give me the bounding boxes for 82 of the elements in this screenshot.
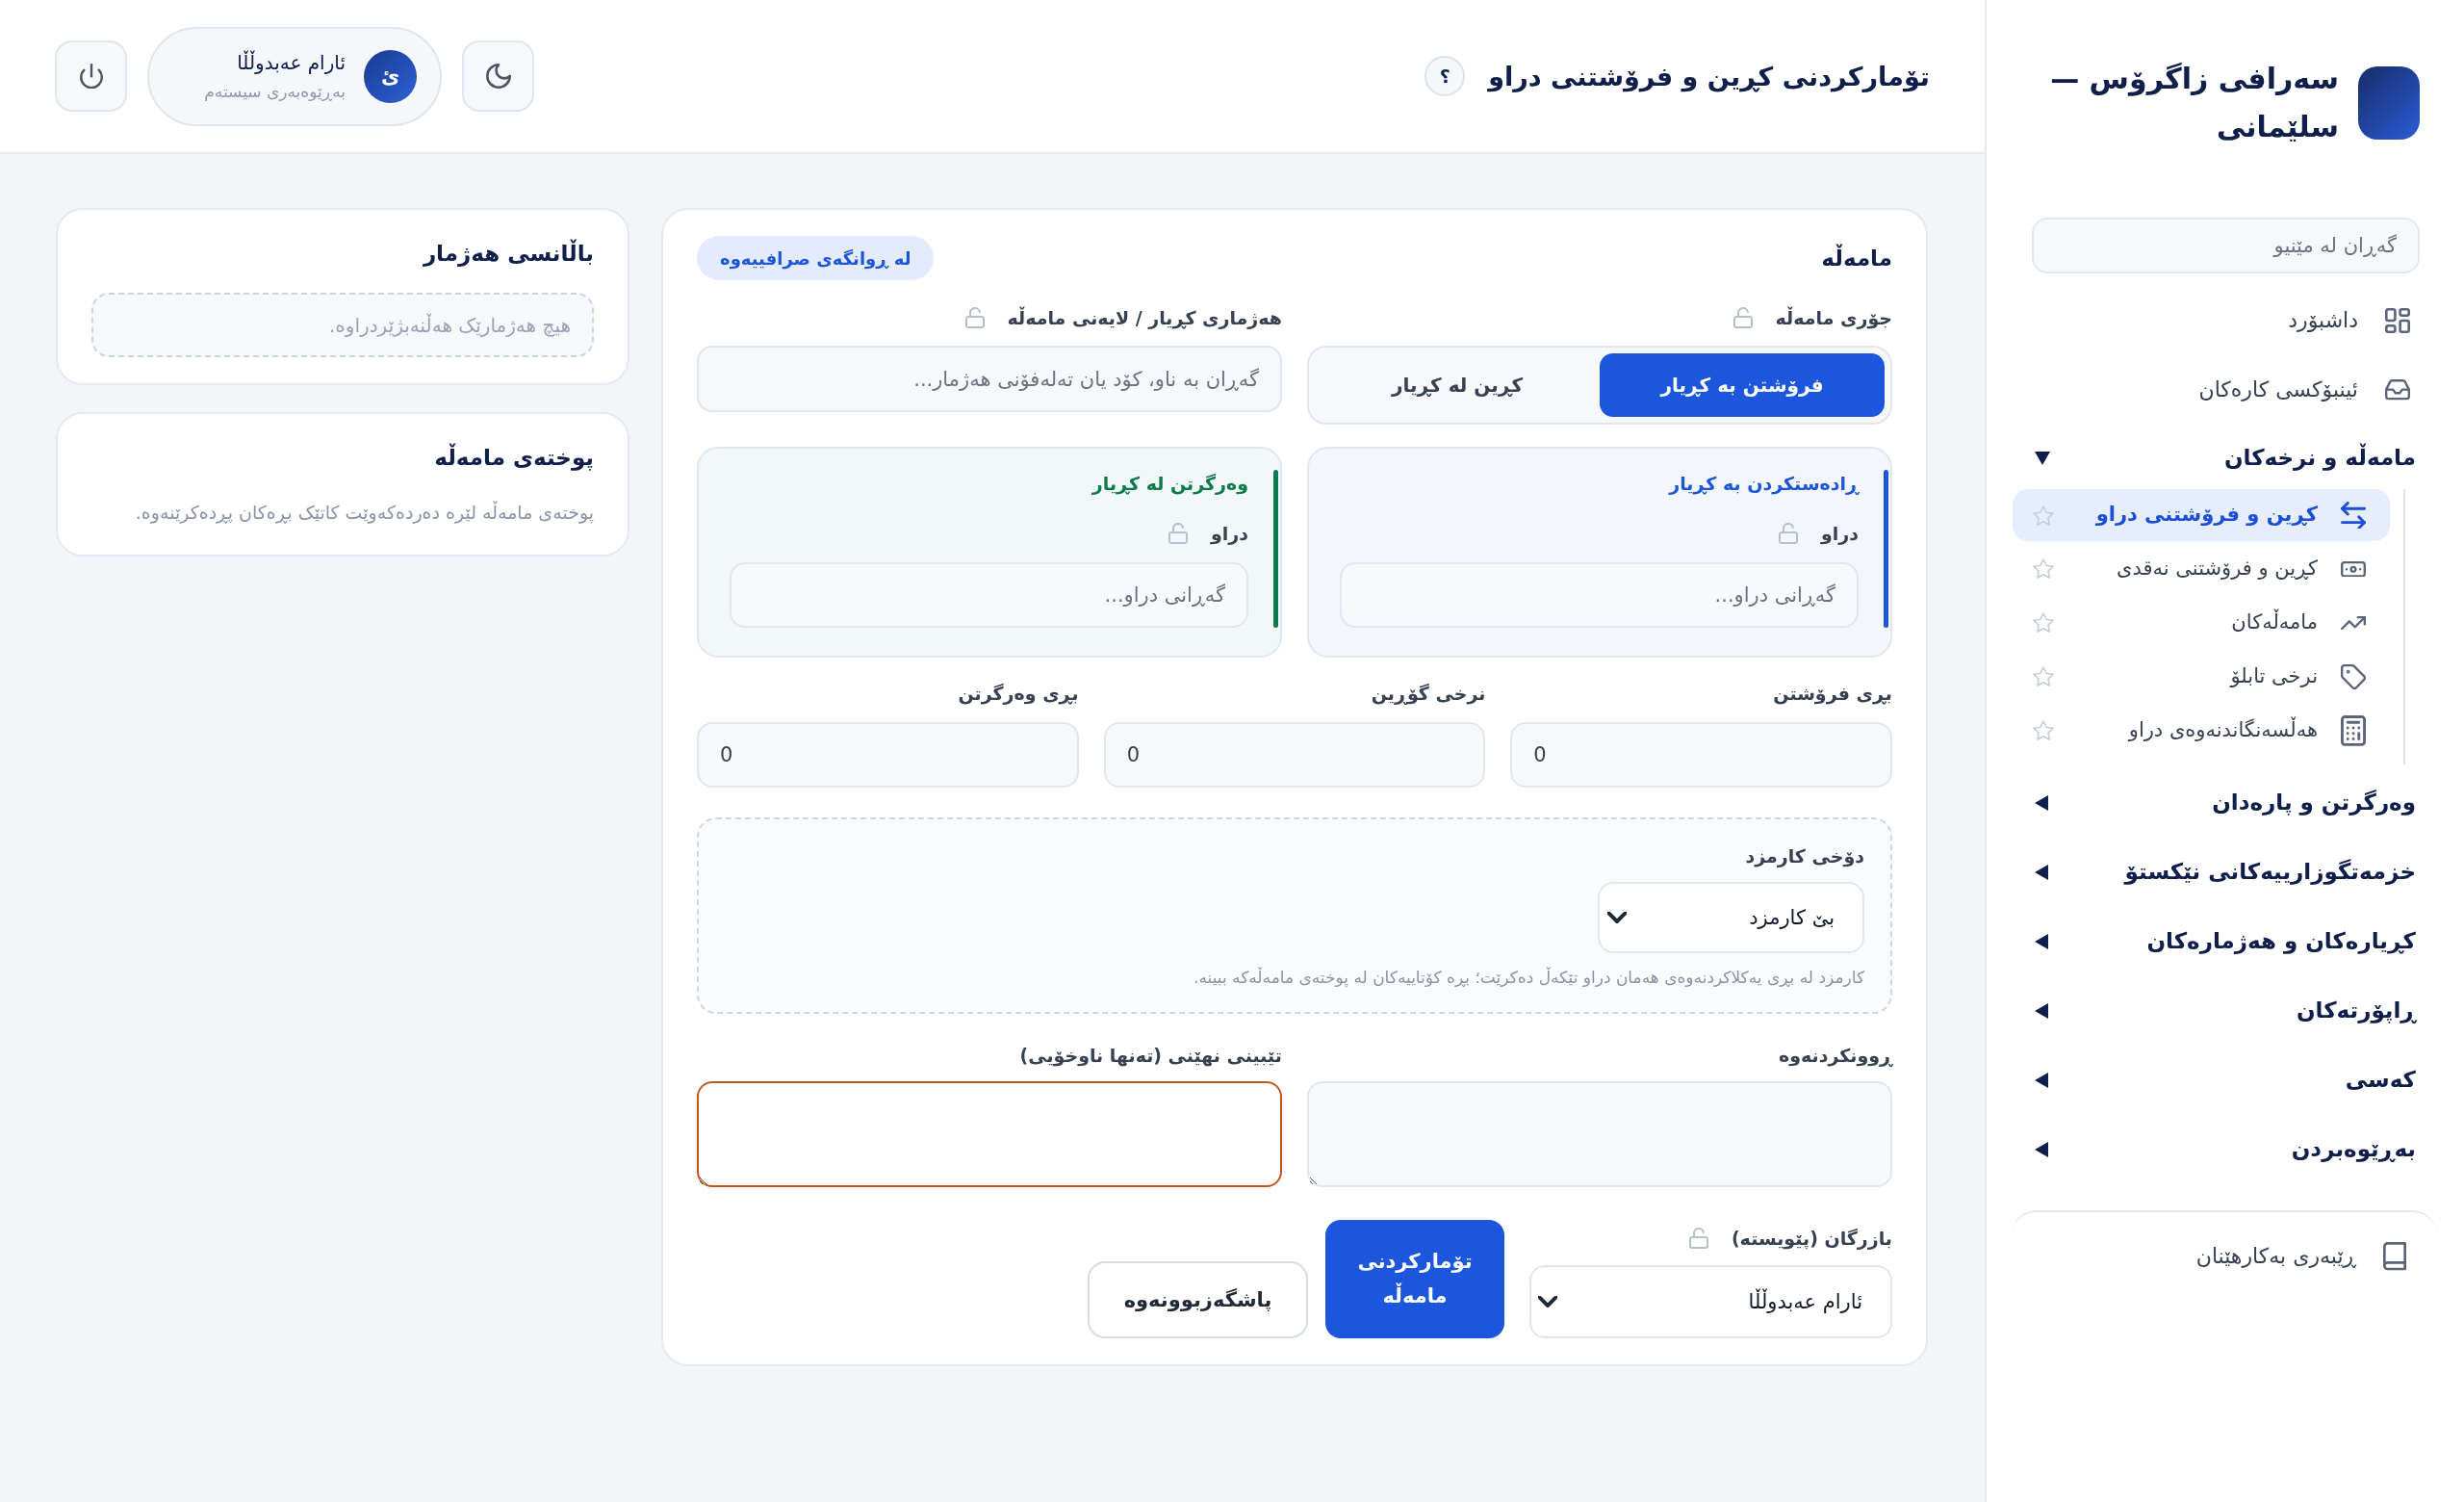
nav-subitem[interactable]: کڕین و فرۆشتنی دراو: [2013, 489, 2390, 541]
nav-group-header[interactable]: کەسی: [2035, 1066, 2416, 1095]
swap-arrows-icon: [2341, 501, 2366, 530]
field-label: دۆخی کارمزد: [1745, 844, 1864, 869]
card-title: پوختەی مامەڵە: [433, 442, 594, 473]
account-search-field[interactable]: گەڕان بە ناو، کۆد یان تەلەفۆنی هەژمار...: [697, 346, 1282, 412]
field-label: جۆری مامەڵە: [1775, 305, 1892, 331]
description-field[interactable]: [1307, 1081, 1892, 1187]
panel-title: ڕادەستکردن بە کڕیار: [1667, 472, 1859, 497]
perspective-badge: لە ڕوانگەی صرافییەوە: [697, 236, 935, 280]
nav-group-header[interactable]: وەرگرتن و پارەدان: [2035, 789, 2416, 817]
panel-title: وەرگرتن لە کڕیار: [1091, 472, 1248, 497]
submit-button[interactable]: تۆمارکردنی مامەڵە: [1325, 1220, 1504, 1338]
field-label: دراو: [1211, 522, 1248, 547]
star-icon[interactable]: [2033, 612, 2054, 634]
moon-icon: [485, 64, 511, 89]
logo-tile-icon: [2358, 66, 2420, 140]
field-label: هەژماری کڕیار / لایەنی مامەڵە: [1007, 305, 1282, 331]
chevron-down-icon: [1607, 912, 1627, 923]
card-title: باڵانسی هەژمار: [422, 238, 594, 269]
tag-icon: [2341, 664, 2366, 689]
field-label: بازرگان (پێویستە): [1731, 1227, 1892, 1252]
nav-subitem[interactable]: مامەڵەکان: [2033, 609, 2366, 636]
field-label: بڕی وەرگرتن: [958, 682, 1079, 707]
open-padlock-icon[interactable]: [964, 307, 985, 328]
logout-button[interactable]: [55, 40, 127, 112]
calculator-icon: [2341, 715, 2366, 746]
fee-hint: کارمزد لە بڕی یەکلاکردنەوەی هەمان دراو تێکەڵ دەکرێت؛ بڕە کۆتاییەکان لە پوختەی مامەڵەکە ببینە.: [1193, 966, 1864, 990]
banknote-icon: [2341, 560, 2366, 578]
user-name: ئارام عەبدوڵڵا: [237, 51, 346, 74]
star-icon[interactable]: [2033, 505, 2054, 526]
open-padlock-icon[interactable]: [1688, 1228, 1708, 1249]
nav-group-header[interactable]: مامەڵە و نرخەکان: [2035, 444, 2416, 473]
user-menu-button[interactable]: ئ ئارام عەبدوڵڵا بەڕێوەبەری سیستەم: [147, 26, 442, 126]
open-padlock-icon[interactable]: [1779, 523, 1798, 544]
nav-subitem[interactable]: کڕین و فرۆشتنی نەقدی: [2033, 556, 2366, 583]
currency-search-field[interactable]: گەڕانی دراو...: [730, 562, 1248, 628]
power-icon: [79, 63, 103, 90]
book-icon: [2383, 1242, 2406, 1271]
section-title: مامەڵە: [1821, 246, 1892, 271]
notes-field[interactable]: [697, 1081, 1282, 1187]
theme-toggle-button[interactable]: [462, 40, 534, 112]
field-label: نرخی گۆڕین: [1371, 682, 1486, 707]
page-title: تۆمارکردنی کڕین و فرۆشتنی دراو: [1488, 61, 1930, 91]
empty-state-text: هیچ هەژمارێک هەڵنەبژێردراوە.: [329, 313, 571, 337]
star-icon[interactable]: [2033, 558, 2054, 580]
help-button[interactable]: ؟: [1424, 56, 1466, 96]
star-icon[interactable]: [2033, 666, 2054, 687]
nav-subitem[interactable]: نرخی تابلۆ: [2033, 663, 2366, 690]
nav-group-header[interactable]: کڕیارەکان و هەژمارەکان: [2035, 927, 2416, 956]
avatar-circle: ئ: [364, 49, 417, 103]
nav-link[interactable]: ئینبۆکسی کارەکان: [2198, 376, 2410, 404]
nav-link[interactable]: داشبۆرد: [2288, 306, 2410, 335]
field-label: ڕوونکردنەوە: [1779, 1044, 1892, 1069]
segment-button[interactable]: فرۆشتن بە کڕیار: [1600, 353, 1885, 417]
chevron-down-icon: [1538, 1296, 1557, 1308]
nav-link[interactable]: ڕێبەری بەکارهێنان: [2195, 1242, 2406, 1271]
star-icon[interactable]: [2033, 720, 2054, 741]
brand-title: سەرافی زاگرۆس — سلێمانی: [2049, 61, 2339, 145]
nav-group-header[interactable]: بەڕێوەبردن: [2035, 1135, 2416, 1164]
merchant-select[interactable]: ئارام عەبدوڵڵا: [1529, 1265, 1892, 1338]
trend-up-icon: [2341, 615, 2366, 631]
field-label: بڕی فرۆشتن: [1773, 682, 1892, 707]
currency-search-field[interactable]: گەڕانی دراو...: [1340, 562, 1859, 628]
summary-text: پوختەی مامەڵە لێرە دەردەکەوێت کاتێک بڕەکان پڕدەکرێنەوە.: [134, 500, 594, 526]
amount-field[interactable]: 0: [1510, 722, 1892, 788]
field-label: دراو: [1821, 522, 1859, 547]
nav-group-header[interactable]: خزمەتگوزارییەکانی نێکستۆ: [2035, 858, 2416, 887]
user-role: بەڕێوەبەری سیستەم: [204, 82, 346, 101]
cancel-button[interactable]: پاشگەزبوونەوە: [1088, 1261, 1308, 1338]
amount-field[interactable]: 0: [1103, 722, 1486, 788]
grid-icon: [2385, 308, 2410, 333]
field-label: تێبینی نهێنی (تەنها ناوخۆیی): [1019, 1044, 1282, 1069]
segment-button[interactable]: کڕین لە کڕیار: [1391, 374, 1524, 397]
nav-subitem[interactable]: هەڵسەنگاندنەوەی دراو: [2033, 715, 2366, 746]
nav-group-header[interactable]: ڕاپۆرتەکان: [2035, 997, 2416, 1025]
menu-search-field[interactable]: گەڕان لە مێنیو: [2032, 218, 2420, 273]
open-padlock-icon[interactable]: [1168, 523, 1188, 544]
fee-select[interactable]: بێ کارمزد: [1598, 882, 1864, 953]
amount-field[interactable]: 0: [697, 722, 1079, 788]
open-padlock-icon[interactable]: [1732, 307, 1753, 328]
inbox-tray-icon: [2385, 379, 2410, 401]
